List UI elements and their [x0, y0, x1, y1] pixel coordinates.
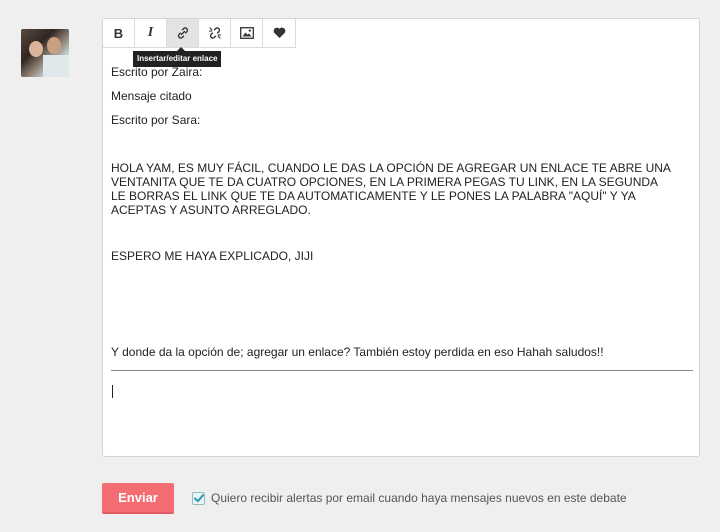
- heart-button[interactable]: [263, 19, 295, 47]
- italic-button[interactable]: I: [135, 19, 167, 47]
- comment-reply-page: B I Escrito por Zaira: Mensaje citado Es…: [0, 0, 720, 532]
- quoted-text-paragraph: HOLA YAM, ES MUY FÁCIL, CUANDO LE DAS LA…: [111, 161, 671, 217]
- italic-icon: I: [147, 25, 154, 40]
- heart-icon: [273, 27, 285, 38]
- avatar-person-2: [47, 37, 61, 54]
- avatar: [21, 29, 69, 77]
- quote-author-zaira: Escrito por Zaira:: [111, 65, 203, 79]
- avatar-person-1: [29, 41, 43, 57]
- bold-button[interactable]: B: [103, 19, 135, 47]
- image-button[interactable]: [231, 19, 263, 47]
- link-icon: [177, 27, 188, 39]
- avatar-clothing: [43, 55, 69, 77]
- image-icon: [239, 27, 254, 39]
- link-tooltip: Insertar/editar enlace: [133, 47, 222, 67]
- text-cursor: [112, 385, 113, 398]
- rich-text-editor[interactable]: B I Escrito por Zaira: Mensaje citado Es…: [102, 18, 700, 457]
- editor-toolbar: B I: [103, 19, 296, 48]
- unlink-icon: [208, 27, 221, 39]
- question-paragraph: Y donde da la opción de; agregar un enla…: [111, 345, 604, 359]
- alert-checkbox[interactable]: [192, 491, 205, 505]
- quote-separator: [111, 370, 693, 371]
- quoted-text-closing: ESPERO ME HAYA EXPLICADO, JIJI: [111, 249, 314, 263]
- bold-icon: B: [113, 25, 124, 41]
- send-button[interactable]: Enviar: [102, 483, 174, 514]
- email-alert-option[interactable]: Quiero recibir alertas por email cuando …: [192, 491, 627, 505]
- unlink-button[interactable]: [199, 19, 231, 47]
- link-button[interactable]: [167, 19, 199, 47]
- checkmark-icon: [193, 493, 204, 502]
- quote-author-sara: Escrito por Sara:: [111, 113, 201, 127]
- quoted-message-label: Mensaje citado: [111, 89, 192, 103]
- alert-checkbox-label: Quiero recibir alertas por email cuando …: [211, 491, 627, 505]
